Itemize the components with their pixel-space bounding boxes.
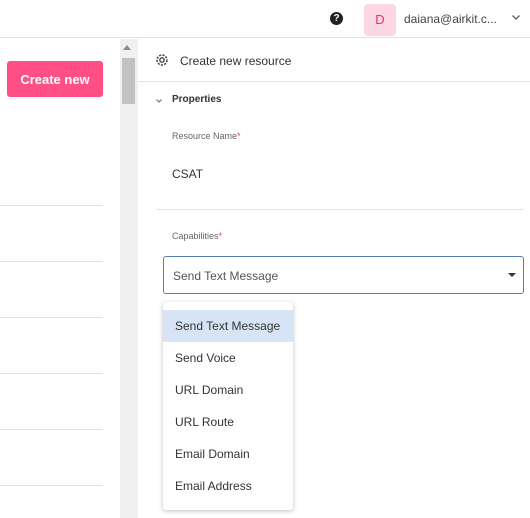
- capabilities-label: Capabilities*: [172, 231, 222, 241]
- menu-item[interactable]: Email Address: [163, 470, 293, 502]
- menu-item[interactable]: URL Domain: [163, 374, 293, 406]
- scroll-up-arrow-icon[interactable]: [123, 45, 131, 50]
- capabilities-select-value: Send Text Message: [173, 269, 279, 283]
- chevron-down-icon[interactable]: [154, 96, 164, 106]
- left-panel: Create new: [0, 39, 120, 518]
- resource-name-label-text: Resource Name: [172, 131, 238, 141]
- list-divider: [0, 261, 103, 262]
- avatar[interactable]: D: [364, 4, 396, 36]
- panel-title: Create new resource: [180, 54, 292, 68]
- caret-down-icon[interactable]: [508, 273, 516, 277]
- capabilities-menu: Send Text Message Send Voice URL Domain …: [163, 302, 293, 510]
- menu-item[interactable]: URL Route: [163, 406, 293, 438]
- resource-name-field[interactable]: CSAT: [172, 167, 203, 181]
- list-divider: [0, 429, 103, 430]
- list-divider: [0, 373, 103, 374]
- capabilities-label-text: Capabilities: [172, 231, 219, 241]
- menu-item[interactable]: Send Voice: [163, 342, 293, 374]
- create-new-button[interactable]: Create new: [7, 61, 103, 97]
- scrollbar-thumb[interactable]: [122, 58, 135, 104]
- required-mark: *: [237, 131, 241, 141]
- menu-item[interactable]: Email Domain: [163, 438, 293, 470]
- list-divider: [0, 205, 103, 206]
- required-mark: *: [218, 231, 223, 241]
- user-email[interactable]: daiana@airkit.c...: [404, 12, 497, 26]
- top-bar: ? D daiana@airkit.c...: [0, 0, 530, 38]
- chevron-down-icon[interactable]: [510, 11, 522, 23]
- panel-header: Create new resource: [138, 39, 530, 82]
- question-circle-icon[interactable]: ?: [330, 12, 343, 25]
- list-divider: [0, 317, 103, 318]
- capabilities-select[interactable]: Send Text Message: [163, 256, 524, 294]
- resource-gear-icon: [156, 54, 168, 66]
- resource-name-label: Resource Name*: [172, 131, 241, 141]
- field-divider: [156, 209, 524, 210]
- section-title-properties[interactable]: Properties: [172, 94, 221, 105]
- list-divider: [0, 485, 103, 486]
- menu-item[interactable]: Send Text Message: [163, 310, 293, 342]
- scrollbar[interactable]: [120, 39, 138, 518]
